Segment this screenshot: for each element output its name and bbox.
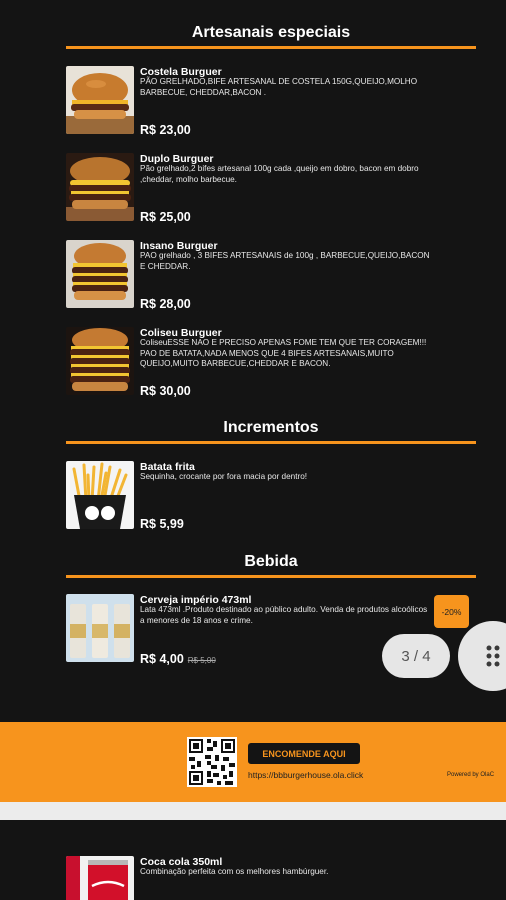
section-title-especiais: Artesanais especiais bbox=[191, 24, 351, 41]
old-price: R$ 5,00 bbox=[187, 656, 216, 665]
product-price: R$ 5,99 bbox=[140, 517, 184, 531]
product-card[interactable]: Insano Burguer PAO grelhado , 3 BIFES AR… bbox=[66, 240, 476, 312]
product-description: Combinação perfeita com os melhores hamb… bbox=[140, 867, 329, 876]
section-title-bebida: Bebida bbox=[244, 553, 298, 570]
product-price: R$ 30,00 bbox=[140, 384, 191, 398]
product-price: R$ 25,00 bbox=[140, 210, 191, 224]
order-here-button[interactable]: ENCOMENDE AQUI bbox=[248, 743, 360, 764]
burger-photo bbox=[66, 327, 134, 395]
product-price: R$ 23,00 bbox=[140, 123, 191, 137]
page-indicator[interactable]: 3 / 4 bbox=[382, 634, 450, 678]
discount-badge: -20% bbox=[434, 595, 469, 628]
burger-photo bbox=[66, 66, 134, 134]
burger-photo bbox=[66, 240, 134, 308]
product-card[interactable]: Coliseu Burguer ColiseuESSE NAO E PRECIS… bbox=[66, 327, 476, 399]
qr-code[interactable] bbox=[187, 737, 237, 787]
menu-page: Artesanais especiais Costela Burguer PÃO… bbox=[0, 0, 506, 900]
coke-can-photo bbox=[66, 856, 134, 900]
current-price: R$ 4,00 bbox=[140, 652, 184, 666]
product-description: PAO grelhado , 3 BIFES ARTESANAIS de 100… bbox=[140, 251, 430, 271]
fries-photo bbox=[66, 461, 134, 529]
product-card[interactable]: Duplo Burguer Pão grelhado,2 bifes artes… bbox=[66, 153, 476, 225]
section-title-incrementos: Incrementos bbox=[223, 419, 319, 436]
beer-can-photo bbox=[66, 594, 134, 662]
product-card[interactable]: Coca cola 350ml Combinação perfeita com … bbox=[66, 856, 476, 900]
product-description: Pão grelhado,2 bifes artesanal 100g cada… bbox=[140, 164, 419, 184]
product-price: R$ 28,00 bbox=[140, 297, 191, 311]
product-description: Sequinha, crocante por fora macia por de… bbox=[140, 472, 308, 481]
product-description: PÃO GRELHADO,BIFE ARTESANAL DE COSTELA 1… bbox=[140, 77, 418, 97]
section-divider bbox=[66, 575, 476, 578]
banner-divider bbox=[0, 802, 506, 820]
burger-photo bbox=[66, 153, 134, 221]
product-card[interactable]: Costela Burguer PÃO GRELHADO,BIFE ARTESA… bbox=[66, 66, 476, 138]
product-description: ColiseuESSE NAO E PRECISO APENAS FOME TE… bbox=[140, 338, 427, 369]
powered-by-text: Powered by OlaC bbox=[447, 772, 495, 778]
section-divider bbox=[66, 46, 476, 49]
product-card[interactable]: Batata frita Sequinha, crocante por fora… bbox=[66, 461, 476, 533]
order-url-link[interactable]: https://bbburgerhouse.ola.click bbox=[248, 770, 363, 780]
product-description: Lata 473ml .Produto destinado ao público… bbox=[140, 605, 428, 625]
product-price: R$ 4,00 R$ 5,00 bbox=[140, 652, 216, 666]
grid-icon bbox=[486, 645, 500, 667]
section-divider bbox=[66, 441, 476, 444]
